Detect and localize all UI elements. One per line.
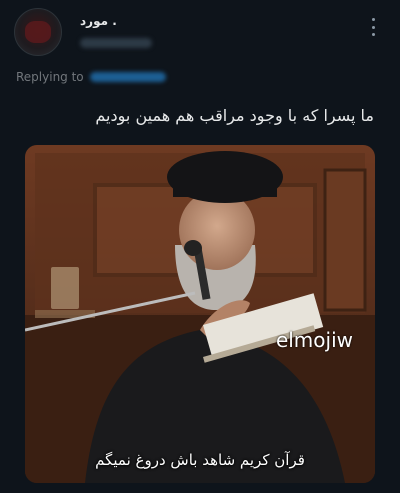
media-photo	[25, 145, 375, 483]
tweet[interactable]: مورد . Replying to ما پسرا که با وجود مر…	[0, 0, 400, 493]
more-vertical-icon[interactable]	[370, 18, 376, 36]
display-name[interactable]: مورد .	[80, 14, 117, 28]
media-caption: قرآن کریم شاهد باش دروغ نمیگم	[95, 451, 305, 469]
avatar[interactable]	[14, 8, 62, 56]
tweet-media[interactable]: elmojiw قرآن کریم شاهد باش دروغ نمیگم	[25, 145, 375, 483]
reply-handle-redacted[interactable]	[89, 72, 166, 82]
tweet-text: ما پسرا که با وجود مراقب هم همین بودیم	[95, 106, 374, 125]
replying-to-label: Replying to	[16, 70, 84, 84]
media-watermark: elmojiw	[275, 328, 353, 352]
user-handle-redacted	[80, 38, 152, 48]
avatar-image	[25, 21, 51, 43]
replying-to-line: Replying to	[16, 70, 166, 84]
